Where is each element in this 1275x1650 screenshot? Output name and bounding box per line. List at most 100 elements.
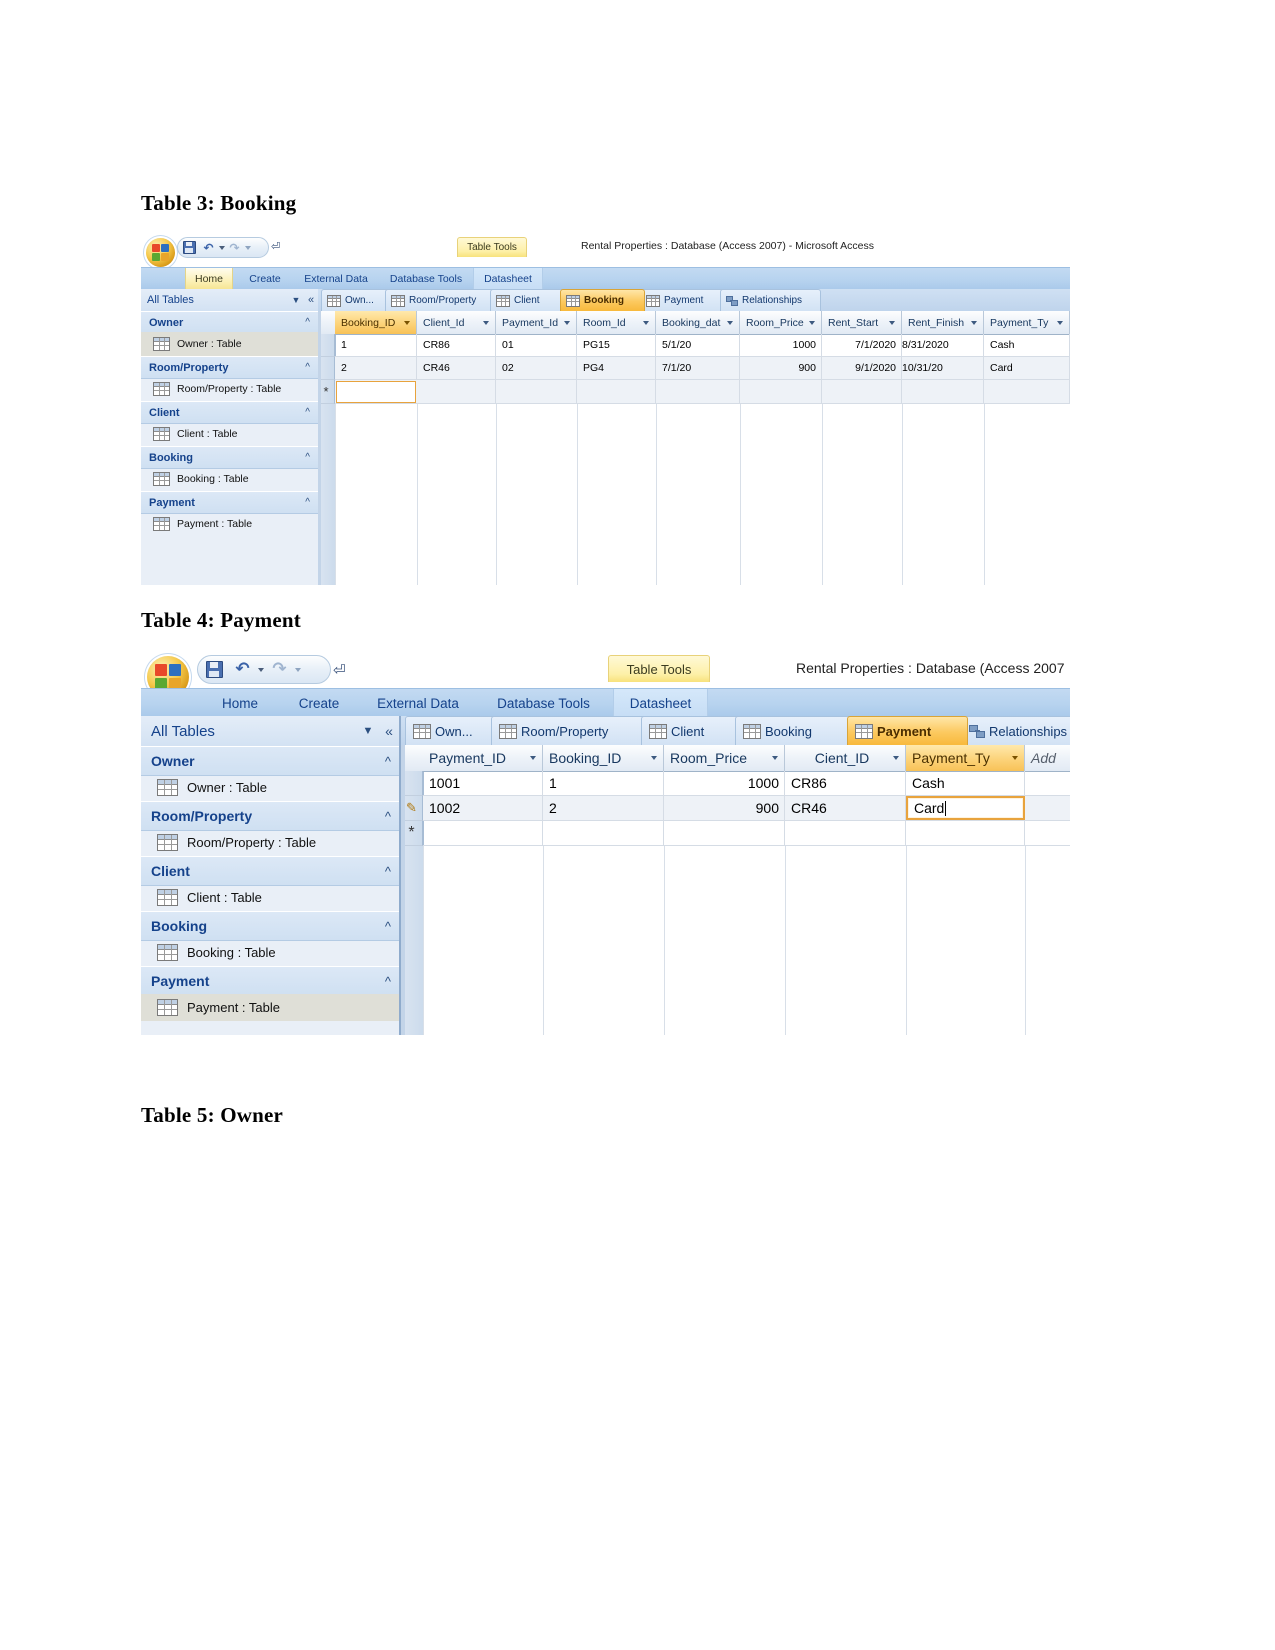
new-record-row[interactable]: * [401,821,1070,846]
doc-tab-owner[interactable]: Own... [321,289,390,311]
nav-group-room-property[interactable]: Room/Property ^ [141,356,318,379]
new-record-focus-cell[interactable] [336,381,416,403]
column-header-room-price[interactable]: Room_Price [740,311,822,334]
column-header-room-price[interactable]: Room_Price [664,745,785,771]
redo-dropdown-icon[interactable] [243,239,252,256]
chevron-down-icon[interactable] [530,756,536,760]
redo-icon[interactable]: ↷ [267,657,292,682]
nav-item-client-table[interactable]: Client : Table [141,884,399,911]
doc-tab-relationships[interactable]: Relationships [961,716,1070,745]
chevron-up-icon[interactable]: ^ [385,810,399,823]
column-header-booking-date[interactable]: Booking_dat [656,311,740,334]
cell-room-price[interactable]: 900 [740,357,822,379]
cell-payment-type[interactable]: Cash [906,771,1025,795]
chevron-down-icon[interactable] [643,320,649,325]
column-header-room-id[interactable]: Room_Id [577,311,656,334]
chevron-up-icon[interactable]: ^ [385,975,399,988]
cell-room-id[interactable]: PG4 [577,357,656,379]
column-header-add-new-field[interactable]: Add [1025,745,1070,771]
ribbon-tab-datasheet[interactable]: Datasheet [613,689,708,717]
chevron-down-icon[interactable] [889,320,895,325]
cell-new-payment-type[interactable] [984,380,1070,403]
cell-payment-id[interactable]: 02 [496,357,577,379]
cell-new-rent-finish[interactable] [902,380,984,403]
customize-quick-access-icon[interactable]: ⏎ [271,242,280,253]
ribbon-tab-external-data[interactable]: External Data [293,268,379,290]
nav-item-booking-table[interactable]: Booking : Table [141,467,318,491]
column-header-client-id[interactable]: Client_Id [417,311,496,334]
column-header-booking-id[interactable]: Booking_ID [335,311,417,334]
chevron-down-icon[interactable] [1057,320,1063,325]
chevron-up-icon[interactable]: ^ [305,497,318,508]
cell-payment-type[interactable]: Cash [984,334,1070,356]
chevron-down-icon[interactable] [651,756,657,760]
nav-pane-header[interactable]: All Tables ▼ « [141,289,318,312]
cell-new-payment-id[interactable] [423,821,543,845]
nav-group-booking[interactable]: Booking ^ [141,911,399,941]
doc-tab-client[interactable]: Client [490,289,565,311]
cell-new-booking-date[interactable] [656,380,740,403]
cell-new-client-id[interactable] [785,821,906,845]
nav-group-client[interactable]: Client ^ [141,401,318,424]
doc-tab-relationships[interactable]: Relationships [720,289,821,311]
doc-tab-payment[interactable]: Payment [847,716,968,745]
cell-add-new-field[interactable] [1025,796,1070,820]
chevron-up-icon[interactable]: ^ [305,317,318,328]
nav-group-owner[interactable]: Owner ^ [141,746,399,776]
column-header-rent-finish[interactable]: Rent_Finish [902,311,984,334]
undo-dropdown-icon[interactable] [255,657,267,682]
column-header-payment-type[interactable]: Payment_Ty [984,311,1070,334]
ribbon-tab-external-data[interactable]: External Data [363,689,473,717]
chevron-up-icon[interactable]: ^ [385,920,399,933]
redo-icon[interactable]: ↷ [226,239,243,256]
new-record-row[interactable]: * [318,380,1070,404]
table-row[interactable]: 1001 1 1000 CR86 Cash [401,771,1070,796]
nav-pane-dropdown-icon[interactable]: ▼ [357,716,379,746]
cell-room-price[interactable]: 900 [664,796,785,820]
cell-payment-type-editing[interactable]: Card [906,796,1025,820]
undo-icon[interactable]: ↶ [200,239,217,256]
doc-tab-booking[interactable]: Booking [735,716,854,745]
nav-group-payment[interactable]: Payment ^ [141,491,318,514]
cell-client-id[interactable]: CR46 [417,357,496,379]
nav-group-booking[interactable]: Booking ^ [141,446,318,469]
cell-room-id[interactable]: PG15 [577,334,656,356]
nav-item-booking-table[interactable]: Booking : Table [141,939,399,966]
nav-pane-collapse-icon[interactable]: « [304,289,318,311]
chevron-down-icon[interactable] [893,756,899,760]
column-header-rent-start[interactable]: Rent_Start [822,311,902,334]
nav-item-owner-table[interactable]: Owner : Table [141,332,318,356]
ribbon-tab-database-tools[interactable]: Database Tools [379,268,473,290]
table-row[interactable]: ✎ 1002 2 900 CR46 Card [401,796,1070,821]
doc-tab-room-property[interactable]: Room/Property [491,716,648,745]
office-button[interactable] [146,238,175,267]
column-header-booking-id[interactable]: Booking_ID [543,745,664,771]
cell-payment-type[interactable]: Card [984,357,1070,379]
column-header-payment-type[interactable]: Payment_Ty [906,745,1025,771]
nav-group-client[interactable]: Client ^ [141,856,399,886]
nav-item-payment-table[interactable]: Payment : Table [141,512,318,536]
cell-new-booking-id[interactable] [543,821,664,845]
nav-group-room-property[interactable]: Room/Property ^ [141,801,399,831]
cell-add-new-field[interactable] [1025,771,1070,795]
cell-new-room-id[interactable] [577,380,656,403]
cell-new-payment-id[interactable] [496,380,577,403]
ribbon-tab-home[interactable]: Home [207,689,273,717]
customize-quick-access-icon[interactable]: ⏎ [333,663,346,678]
cell-rent-finish[interactable]: 10/31/20 [902,357,984,379]
cell-rent-finish[interactable]: 8/31/2020 [902,334,984,356]
save-icon[interactable] [198,657,230,682]
cell-client-id[interactable]: CR86 [785,771,906,795]
chevron-down-icon[interactable] [564,320,570,325]
chevron-up-icon[interactable]: ^ [305,362,318,373]
save-icon[interactable] [178,239,200,256]
redo-dropdown-icon[interactable] [292,657,304,682]
cell-booking-id[interactable]: 1 [335,334,417,356]
chevron-down-icon[interactable] [727,320,733,325]
chevron-up-icon[interactable]: ^ [305,407,318,418]
nav-item-payment-table[interactable]: Payment : Table [141,994,399,1021]
table-row[interactable]: 1 CR86 01 PG15 5/1/20 1000 7/1/2020 8/31… [318,334,1070,357]
doc-tab-booking[interactable]: Booking [560,289,645,311]
column-header-payment-id[interactable]: Payment_Id [496,311,577,334]
cell-booking-id[interactable]: 1 [543,771,664,795]
